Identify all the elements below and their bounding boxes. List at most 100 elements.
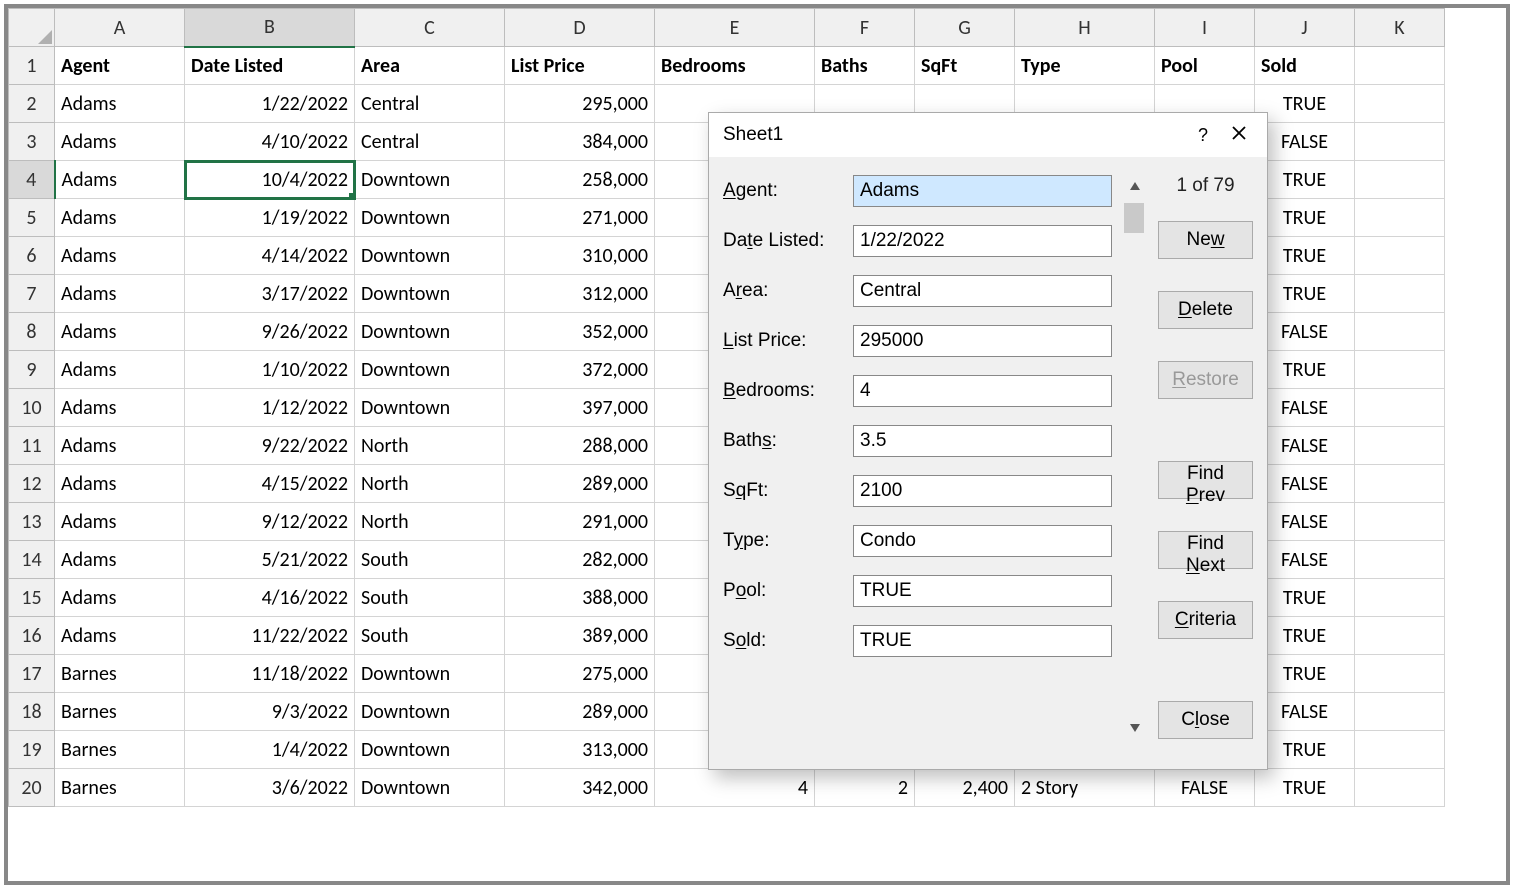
cell-C8[interactable]: Downtown bbox=[355, 313, 505, 351]
cell-C20[interactable]: Downtown bbox=[355, 769, 505, 807]
cell-J17[interactable]: TRUE bbox=[1255, 655, 1355, 693]
cell-B16[interactable]: 11/22/2022 bbox=[185, 617, 355, 655]
row-header-12[interactable]: 12 bbox=[9, 465, 55, 503]
cell-D15[interactable]: 388,000 bbox=[505, 579, 655, 617]
header-cell[interactable]: Date Listed bbox=[185, 47, 355, 85]
cell-B3[interactable]: 4/10/2022 bbox=[185, 123, 355, 161]
scroll-thumb[interactable] bbox=[1124, 203, 1144, 233]
row-header-9[interactable]: 9 bbox=[9, 351, 55, 389]
cell-B7[interactable]: 3/17/2022 bbox=[185, 275, 355, 313]
cell-K4[interactable] bbox=[1355, 161, 1445, 199]
form-btn-restore[interactable]: Restore bbox=[1158, 361, 1253, 399]
col-header-I[interactable]: I bbox=[1155, 9, 1255, 47]
select-all-corner[interactable] bbox=[9, 9, 55, 47]
cell-J20[interactable]: TRUE bbox=[1255, 769, 1355, 807]
cell-C2[interactable]: Central bbox=[355, 85, 505, 123]
field-input-6[interactable] bbox=[853, 475, 1112, 507]
cell-B15[interactable]: 4/16/2022 bbox=[185, 579, 355, 617]
cell-H20[interactable]: 2 Story bbox=[1015, 769, 1155, 807]
cell-D16[interactable]: 389,000 bbox=[505, 617, 655, 655]
cell-J7[interactable]: TRUE bbox=[1255, 275, 1355, 313]
cell-D3[interactable]: 384,000 bbox=[505, 123, 655, 161]
row-header-11[interactable]: 11 bbox=[9, 427, 55, 465]
cell-D8[interactable]: 352,000 bbox=[505, 313, 655, 351]
row-header-14[interactable]: 14 bbox=[9, 541, 55, 579]
cell-K14[interactable] bbox=[1355, 541, 1445, 579]
cell-B14[interactable]: 5/21/2022 bbox=[185, 541, 355, 579]
form-btn-find prev[interactable]: Find Prev bbox=[1158, 461, 1253, 499]
cell-A11[interactable]: Adams bbox=[55, 427, 185, 465]
cell-A7[interactable]: Adams bbox=[55, 275, 185, 313]
cell-C5[interactable]: Downtown bbox=[355, 199, 505, 237]
cell-B18[interactable]: 9/3/2022 bbox=[185, 693, 355, 731]
cell-D9[interactable]: 372,000 bbox=[505, 351, 655, 389]
col-header-E[interactable]: E bbox=[655, 9, 815, 47]
row-header-2[interactable]: 2 bbox=[9, 85, 55, 123]
cell-J2[interactable]: TRUE bbox=[1255, 85, 1355, 123]
cell-A3[interactable]: Adams bbox=[55, 123, 185, 161]
cell-A9[interactable]: Adams bbox=[55, 351, 185, 389]
cell-K10[interactable] bbox=[1355, 389, 1445, 427]
cell-A2[interactable]: Adams bbox=[55, 85, 185, 123]
cell-C12[interactable]: North bbox=[355, 465, 505, 503]
cell-A12[interactable]: Adams bbox=[55, 465, 185, 503]
cell-A16[interactable]: Adams bbox=[55, 617, 185, 655]
cell-D19[interactable]: 313,000 bbox=[505, 731, 655, 769]
col-header-A[interactable]: A bbox=[55, 9, 185, 47]
cell-A15[interactable]: Adams bbox=[55, 579, 185, 617]
col-header-G[interactable]: G bbox=[915, 9, 1015, 47]
col-header-F[interactable]: F bbox=[815, 9, 915, 47]
cell-B4[interactable]: 10/4/2022 bbox=[185, 161, 355, 199]
form-btn-new[interactable]: New bbox=[1158, 221, 1253, 259]
header-cell[interactable]: Bedrooms bbox=[655, 47, 815, 85]
field-input-4[interactable] bbox=[853, 375, 1112, 407]
scroll-up-icon[interactable] bbox=[1124, 175, 1146, 197]
cell-D6[interactable]: 310,000 bbox=[505, 237, 655, 275]
cell-K5[interactable] bbox=[1355, 199, 1445, 237]
cell-K19[interactable] bbox=[1355, 731, 1445, 769]
header-cell[interactable]: Pool bbox=[1155, 47, 1255, 85]
cell-K20[interactable] bbox=[1355, 769, 1445, 807]
field-input-8[interactable] bbox=[853, 575, 1112, 607]
cell-A13[interactable]: Adams bbox=[55, 503, 185, 541]
cell-B12[interactable]: 4/15/2022 bbox=[185, 465, 355, 503]
header-cell[interactable]: List Price bbox=[505, 47, 655, 85]
cell-D17[interactable]: 275,000 bbox=[505, 655, 655, 693]
cell-D18[interactable]: 289,000 bbox=[505, 693, 655, 731]
cell-J18[interactable]: FALSE bbox=[1255, 693, 1355, 731]
row-header-5[interactable]: 5 bbox=[9, 199, 55, 237]
row-header-6[interactable]: 6 bbox=[9, 237, 55, 275]
row-header-1[interactable]: 1 bbox=[9, 47, 55, 85]
cell-A19[interactable]: Barnes bbox=[55, 731, 185, 769]
cell-B11[interactable]: 9/22/2022 bbox=[185, 427, 355, 465]
field-input-2[interactable] bbox=[853, 275, 1112, 307]
cell-C17[interactable]: Downtown bbox=[355, 655, 505, 693]
cell-C18[interactable]: Downtown bbox=[355, 693, 505, 731]
col-header-K[interactable]: K bbox=[1355, 9, 1445, 47]
cell-C6[interactable]: Downtown bbox=[355, 237, 505, 275]
cell-K2[interactable] bbox=[1355, 85, 1445, 123]
cell-B19[interactable]: 1/4/2022 bbox=[185, 731, 355, 769]
cell-J8[interactable]: FALSE bbox=[1255, 313, 1355, 351]
cell-K17[interactable] bbox=[1355, 655, 1445, 693]
cell-K6[interactable] bbox=[1355, 237, 1445, 275]
cell-D13[interactable]: 291,000 bbox=[505, 503, 655, 541]
cell-K12[interactable] bbox=[1355, 465, 1445, 503]
cell-C16[interactable]: South bbox=[355, 617, 505, 655]
cell-A18[interactable]: Barnes bbox=[55, 693, 185, 731]
cell-C15[interactable]: South bbox=[355, 579, 505, 617]
cell-B5[interactable]: 1/19/2022 bbox=[185, 199, 355, 237]
cell-B13[interactable]: 9/12/2022 bbox=[185, 503, 355, 541]
cell-C19[interactable]: Downtown bbox=[355, 731, 505, 769]
cell-D12[interactable]: 289,000 bbox=[505, 465, 655, 503]
cell-C7[interactable]: Downtown bbox=[355, 275, 505, 313]
cell-A5[interactable]: Adams bbox=[55, 199, 185, 237]
cell-J19[interactable]: TRUE bbox=[1255, 731, 1355, 769]
help-icon[interactable]: ? bbox=[1185, 125, 1221, 146]
header-cell[interactable]: Type bbox=[1015, 47, 1155, 85]
cell-J9[interactable]: TRUE bbox=[1255, 351, 1355, 389]
header-cell[interactable]: Sold bbox=[1255, 47, 1355, 85]
row-header-16[interactable]: 16 bbox=[9, 617, 55, 655]
cell-C3[interactable]: Central bbox=[355, 123, 505, 161]
header-cell[interactable]: Baths bbox=[815, 47, 915, 85]
